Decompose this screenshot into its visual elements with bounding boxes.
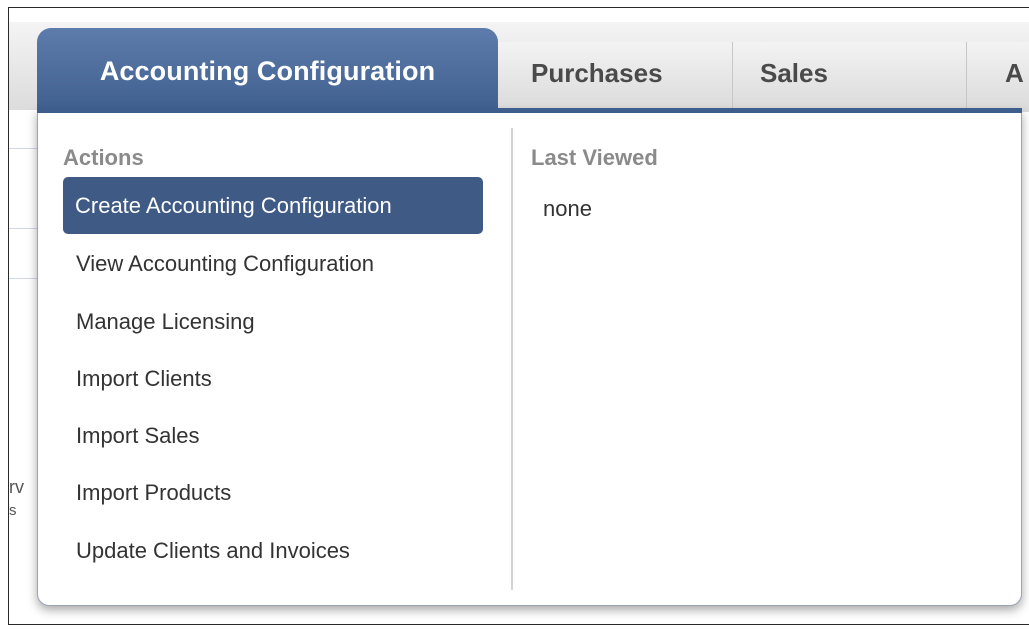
actions-heading: Actions xyxy=(63,145,144,170)
dropdown-top-border xyxy=(37,108,1022,113)
menu-item-manage-licensing[interactable]: Manage Licensing xyxy=(63,293,483,350)
tab-purchases[interactable]: Purchases xyxy=(498,42,733,112)
menu-item-update-clients-and-invoices[interactable]: Update Clients and Invoices xyxy=(63,522,483,579)
menu-item-import-products[interactable]: Import Products xyxy=(63,464,483,521)
menu-item-view-accounting-configuration[interactable]: View Accounting Configuration xyxy=(63,235,483,292)
last-viewed-value: none xyxy=(543,196,592,221)
tab-more[interactable]: A xyxy=(967,42,1029,112)
menu-item-import-sales[interactable]: Import Sales xyxy=(63,407,483,464)
background-text-fragment: rv xyxy=(9,477,24,497)
tab-sales[interactable]: Sales xyxy=(733,42,967,112)
dropdown-menu: Actions Create Accounting Configuration … xyxy=(37,110,1022,606)
background-text-fragment: s xyxy=(9,502,17,519)
last-viewed-heading: Last Viewed xyxy=(531,145,658,170)
tab-accounting-configuration[interactable]: Accounting Configuration xyxy=(37,28,498,116)
menu-item-create-accounting-configuration[interactable]: Create Accounting Configuration xyxy=(63,177,483,234)
menu-item-import-clients[interactable]: Import Clients xyxy=(63,350,483,407)
column-divider xyxy=(511,128,513,590)
